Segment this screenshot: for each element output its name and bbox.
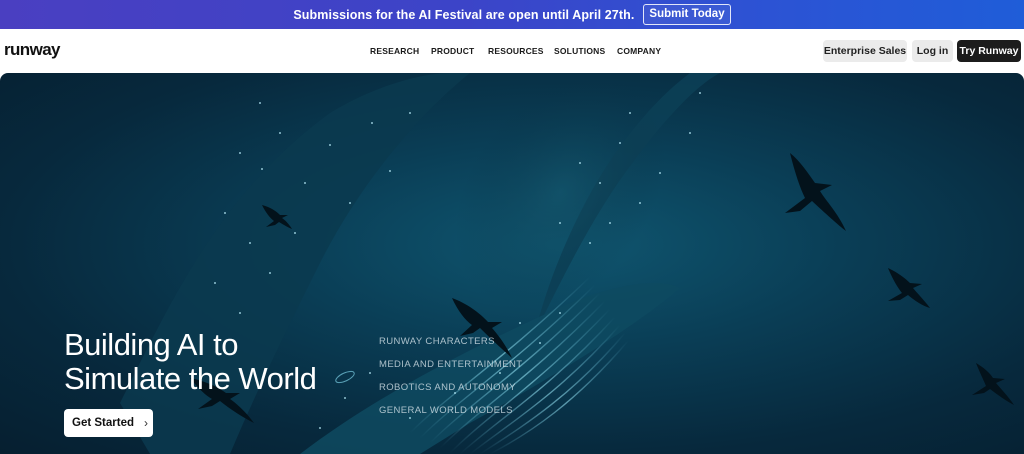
announcement-bar: Submissions for the AI Festival are open…: [0, 0, 1024, 29]
try-runway-button[interactable]: Try Runway: [957, 40, 1021, 62]
category-runway-characters[interactable]: RUNWAY CHARACTERS: [379, 336, 495, 347]
get-started-button[interactable]: Get Started ›: [64, 409, 153, 437]
hero-background-image: [120, 73, 1014, 454]
category-media-entertainment[interactable]: MEDIA AND ENTERTAINMENT: [379, 359, 522, 370]
chevron-right-icon: ›: [144, 416, 148, 430]
bird-large: [785, 153, 846, 231]
submit-today-button[interactable]: Submit Today: [643, 4, 731, 25]
nav-item-resources[interactable]: RESOURCES: [488, 46, 544, 56]
hero-section: Building AI to Simulate the World Get St…: [0, 73, 1024, 454]
nav-item-research[interactable]: RESEARCH: [370, 46, 419, 56]
hero-heading: Building AI to Simulate the World: [64, 328, 384, 396]
top-navigation: runway RESEARCH PRODUCT RESOURCES SOLUTI…: [0, 29, 1024, 73]
nav-item-company[interactable]: COMPANY: [617, 46, 661, 56]
hero-heading-line-2: Simulate the World: [64, 361, 317, 396]
login-button[interactable]: Log in: [912, 40, 953, 62]
bird-far-right: [972, 363, 1014, 405]
category-general-world-models[interactable]: GENERAL WORLD MODELS: [379, 405, 513, 416]
announcement-text: Submissions for the AI Festival are open…: [293, 7, 635, 22]
get-started-label: Get Started: [72, 417, 134, 429]
bird-right: [888, 268, 930, 308]
enterprise-sales-button[interactable]: Enterprise Sales: [823, 40, 907, 62]
hero-heading-line-1: Building AI to: [64, 327, 238, 362]
category-robotics-autonomy[interactable]: ROBOTICS AND AUTONOMY: [379, 382, 516, 393]
nav-item-solutions[interactable]: SOLUTIONS: [554, 46, 605, 56]
nav-item-product[interactable]: PRODUCT: [431, 46, 474, 56]
